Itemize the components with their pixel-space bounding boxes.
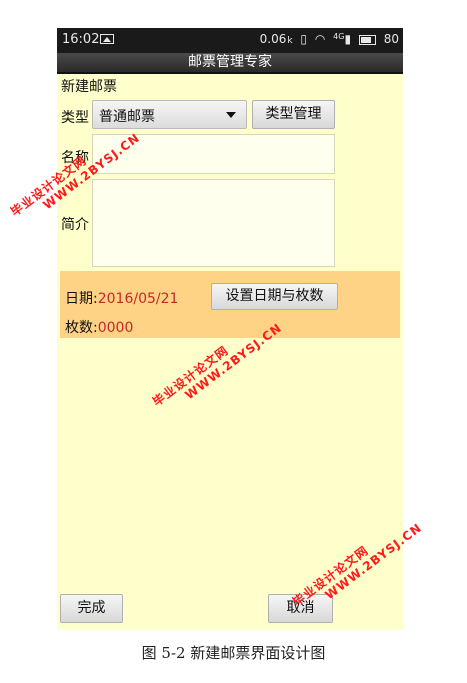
figure-caption: 图 5-2 新建邮票界面设计图 (141, 644, 326, 662)
app-title: 邮票管理专家 (188, 54, 272, 70)
battery-icon (358, 34, 376, 45)
dropdown-arrow-icon (226, 112, 236, 118)
vibrate-icon: ▯ (300, 32, 308, 46)
phone-screen: 16:02 0.06k ▯ ◠ 4G▮ 80 邮票管理专家 新建邮票 类型 普通… (57, 28, 403, 630)
type-select[interactable]: 普通邮票 (92, 100, 247, 129)
network-speed: 0.06k (259, 32, 293, 46)
count-row: 枚数:0000 (65, 317, 133, 337)
form-heading: 新建邮票 (61, 79, 117, 95)
wifi-icon: ◠ (314, 32, 326, 46)
status-bar: 16:02 0.06k ▯ ◠ 4G▮ 80 (57, 28, 403, 53)
date-row: 日期:2016/05/21 (65, 288, 178, 308)
type-label: 类型 (61, 110, 89, 126)
date-count-panel: 日期:2016/05/21 设置日期与枚数 枚数:0000 (60, 271, 400, 338)
finish-button[interactable]: 完成 (60, 594, 123, 623)
intro-textarea[interactable] (92, 179, 335, 267)
battery-level: 80 (383, 32, 399, 46)
app-title-bar: 邮票管理专家 (57, 53, 403, 74)
image-notification-icon (100, 34, 114, 44)
count-value: 0000 (97, 320, 134, 336)
status-time: 16:02 (62, 32, 100, 47)
status-right: 0.06k ▯ ◠ 4G▮ 80 (256, 32, 399, 46)
type-manage-button[interactable]: 类型管理 (252, 100, 335, 129)
signal-icon: 4G▮ (333, 32, 352, 46)
intro-label: 简介 (61, 217, 89, 233)
set-date-count-button[interactable]: 设置日期与枚数 (211, 283, 338, 310)
date-label: 日期: (65, 291, 98, 307)
count-label: 枚数: (65, 320, 98, 336)
date-value: 2016/05/21 (97, 291, 179, 307)
